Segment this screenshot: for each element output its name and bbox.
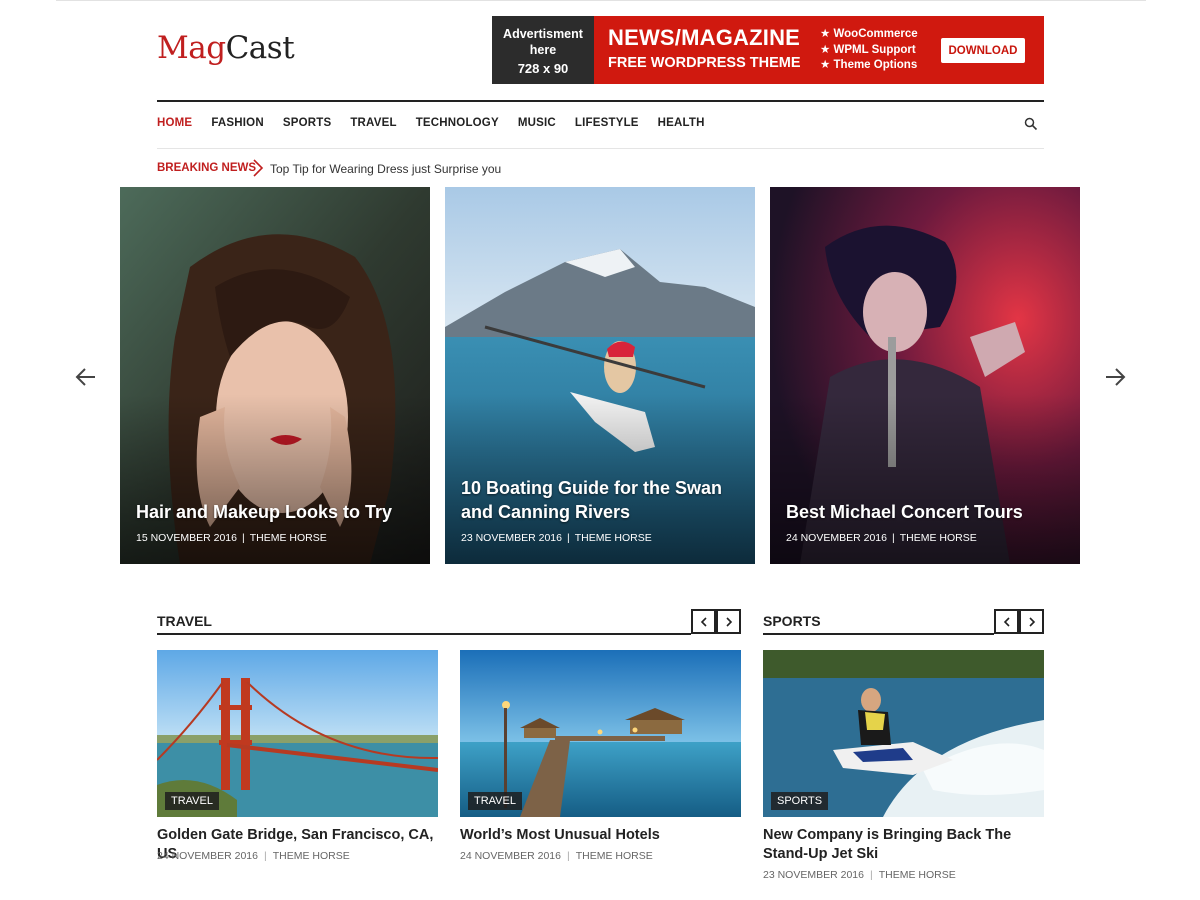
top-rule bbox=[56, 0, 1146, 1]
nav-item-music[interactable]: MUSIC bbox=[518, 117, 556, 129]
slide-date: 15 NOVEMBER 2016 bbox=[136, 532, 237, 544]
section-rule-sports bbox=[763, 633, 994, 635]
slide-date: 24 NOVEMBER 2016 bbox=[786, 532, 887, 544]
ad-feature-list: WooCommerce WPML Support Theme Options bbox=[820, 27, 918, 74]
slider-next-button[interactable] bbox=[1103, 366, 1127, 388]
travel-next-button[interactable] bbox=[716, 609, 741, 634]
nav-top-rule bbox=[157, 100, 1044, 102]
card-date: 23 NOVEMBER 2016 bbox=[763, 869, 864, 881]
site-logo[interactable]: MagCast bbox=[157, 30, 295, 66]
ad-feature: WooCommerce bbox=[820, 27, 918, 43]
slide-meta: 24 NOVEMBER 2016 | THEME HORSE bbox=[786, 532, 977, 544]
main-nav: HOME FASHION SPORTS TRAVEL TECHNOLOGY MU… bbox=[157, 117, 705, 129]
card-title[interactable]: New Company is Bringing Back The Stand-U… bbox=[763, 826, 1043, 864]
card-meta: 23 NOVEMBER 2016 | THEME HORSE bbox=[763, 869, 956, 881]
card-author[interactable]: THEME HORSE bbox=[879, 869, 956, 881]
slider-card[interactable]: Hair and Makeup Looks to Try 15 NOVEMBER… bbox=[120, 187, 430, 564]
slide-author[interactable]: THEME HORSE bbox=[575, 532, 652, 544]
card-author[interactable]: THEME HORSE bbox=[576, 850, 653, 862]
card-meta: 24 NOVEMBER 2016 | THEME HORSE bbox=[460, 850, 653, 862]
slide-title[interactable]: Hair and Makeup Looks to Try bbox=[136, 500, 416, 524]
ad-promo: NEWS/MAGAZINE FREE WORDPRESS THEME WooCo… bbox=[594, 16, 1044, 84]
ad-placeholder-size: 728 x 90 bbox=[517, 61, 569, 76]
ad-feature: Theme Options bbox=[820, 58, 918, 74]
nav-item-health[interactable]: HEALTH bbox=[658, 117, 705, 129]
ad-placeholder-line2: here bbox=[529, 43, 557, 57]
card-title[interactable]: World’s Most Unusual Hotels bbox=[460, 826, 744, 845]
breaking-news-link[interactable]: Top Tip for Wearing Dress just Surprise … bbox=[270, 162, 501, 176]
ad-headline: NEWS/MAGAZINE bbox=[608, 25, 801, 50]
card-image[interactable]: SPORTS bbox=[763, 650, 1044, 817]
category-tag[interactable]: SPORTS bbox=[771, 792, 829, 810]
section-title-sports: SPORTS bbox=[763, 613, 821, 629]
arrow-right-icon bbox=[1106, 368, 1126, 386]
card-image[interactable]: TRAVEL bbox=[460, 650, 741, 817]
section-rule-travel bbox=[157, 633, 691, 635]
chevron-left-icon bbox=[1003, 617, 1010, 627]
slider-prev-button[interactable] bbox=[74, 366, 98, 388]
ad-placeholder-line1: Advertisment bbox=[503, 27, 583, 41]
search-button[interactable] bbox=[1022, 116, 1040, 134]
arrow-left-icon bbox=[75, 368, 95, 386]
card-image[interactable]: TRAVEL bbox=[157, 650, 438, 817]
search-icon bbox=[1024, 117, 1038, 130]
slide-meta: 23 NOVEMBER 2016 | THEME HORSE bbox=[461, 532, 652, 544]
slide-title[interactable]: 10 Boating Guide for the Swan and Cannin… bbox=[461, 476, 741, 524]
chevron-left-icon bbox=[700, 617, 707, 627]
sports-next-button[interactable] bbox=[1019, 609, 1044, 634]
nav-item-travel[interactable]: TRAVEL bbox=[350, 117, 396, 129]
slide-title[interactable]: Best Michael Concert Tours bbox=[786, 500, 1066, 524]
download-button[interactable]: DOWNLOAD bbox=[941, 38, 1025, 63]
nav-item-lifestyle[interactable]: LIFESTYLE bbox=[575, 117, 639, 129]
slider-card[interactable]: Best Michael Concert Tours 24 NOVEMBER 2… bbox=[770, 187, 1080, 564]
logo-part-2: Cast bbox=[225, 30, 295, 66]
chevron-right-icon bbox=[1029, 617, 1036, 627]
nav-item-fashion[interactable]: FASHION bbox=[211, 117, 264, 129]
logo-part-1: Mag bbox=[157, 30, 226, 66]
category-tag[interactable]: TRAVEL bbox=[165, 792, 219, 810]
breaking-news-label: BREAKING NEWS bbox=[157, 162, 257, 174]
card-date: 24 NOVEMBER 2016 bbox=[460, 850, 561, 862]
ad-subheadline: FREE WORDPRESS THEME bbox=[608, 55, 801, 71]
nav-item-technology[interactable]: TECHNOLOGY bbox=[416, 117, 499, 129]
ad-placeholder: Advertisment here 728 x 90 bbox=[492, 16, 594, 84]
nav-bottom-rule bbox=[157, 148, 1044, 149]
card-date: 24 NOVEMBER 2016 bbox=[157, 850, 258, 862]
slide-meta: 15 NOVEMBER 2016 | THEME HORSE bbox=[136, 532, 327, 544]
ad-banner[interactable]: Advertisment here 728 x 90 NEWS/MAGAZINE… bbox=[492, 16, 1044, 84]
nav-item-sports[interactable]: SPORTS bbox=[283, 117, 332, 129]
slider-card[interactable]: 10 Boating Guide for the Swan and Cannin… bbox=[445, 187, 755, 564]
slide-author[interactable]: THEME HORSE bbox=[250, 532, 327, 544]
travel-prev-button[interactable] bbox=[691, 609, 716, 634]
nav-item-home[interactable]: HOME bbox=[157, 117, 192, 129]
chevron-right-icon bbox=[253, 159, 264, 177]
section-title-travel: TRAVEL bbox=[157, 613, 212, 629]
category-tag[interactable]: TRAVEL bbox=[468, 792, 522, 810]
slide-date: 23 NOVEMBER 2016 bbox=[461, 532, 562, 544]
sports-prev-button[interactable] bbox=[994, 609, 1019, 634]
slide-author[interactable]: THEME HORSE bbox=[900, 532, 977, 544]
chevron-right-icon bbox=[726, 617, 733, 627]
card-author[interactable]: THEME HORSE bbox=[273, 850, 350, 862]
card-meta: 24 NOVEMBER 2016 | THEME HORSE bbox=[157, 850, 350, 862]
ad-feature: WPML Support bbox=[820, 43, 918, 59]
